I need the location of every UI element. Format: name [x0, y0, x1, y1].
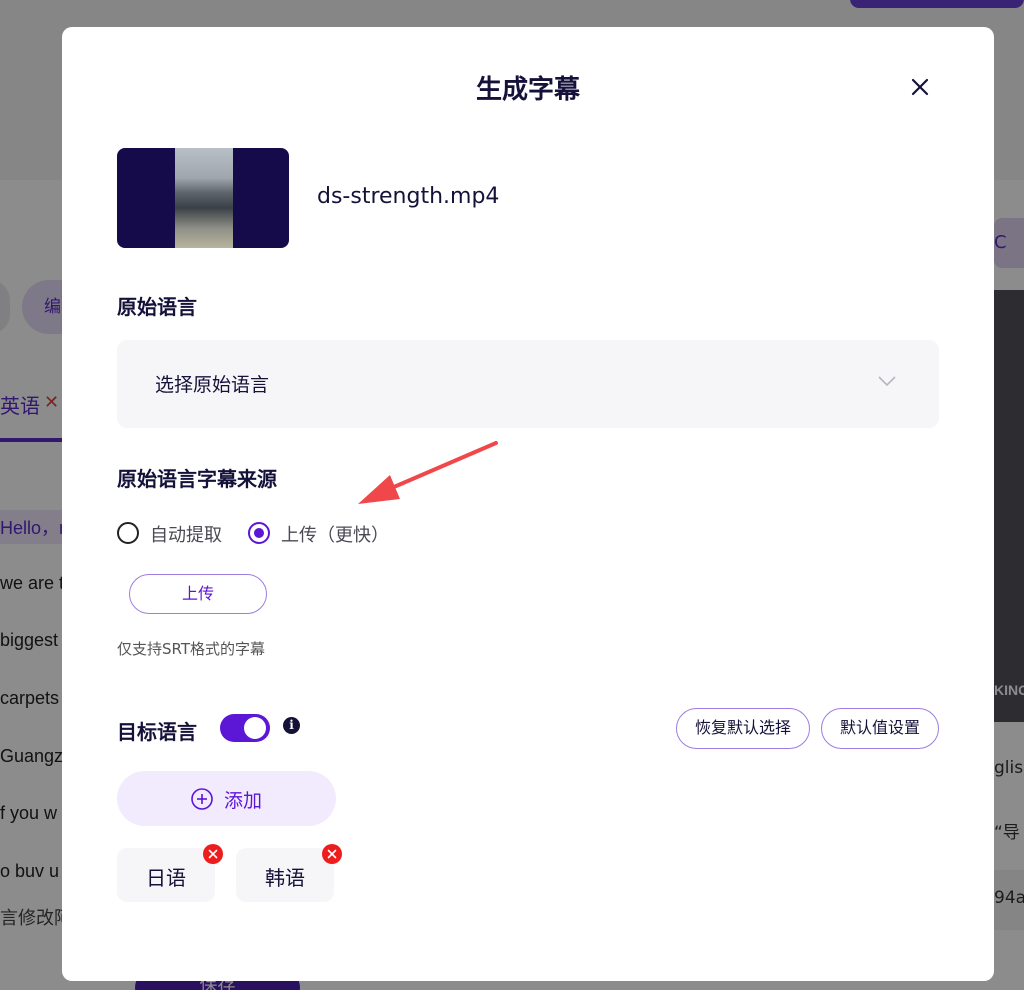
language-tag-korean: 韩语 [236, 844, 342, 902]
radio-circle[interactable] [248, 522, 270, 544]
language-tag-label: 韩语 [265, 866, 305, 890]
radio-upload-faster[interactable]: 上传（更快） [248, 521, 398, 546]
radio-label: 上传（更快） [281, 525, 389, 546]
select-placeholder: 选择原始语言 [155, 374, 270, 396]
generate-subtitles-dialog: 生成字幕 ds-strength.mp4 原始语言 选择原始语言 原始语言字幕来… [62, 27, 994, 981]
close-icon[interactable] [322, 844, 342, 864]
toggle-knob [244, 717, 266, 739]
remove-language-button[interactable] [322, 844, 342, 864]
language-tag-japanese: 日语 [117, 844, 223, 902]
file-name: ds-strength.mp4 [317, 184, 500, 209]
restore-default-button[interactable]: 恢复默认选择 [676, 708, 810, 749]
add-language-button[interactable]: 添加 [117, 771, 336, 826]
video-thumbnail [117, 148, 289, 248]
chevron-down-icon [878, 376, 896, 387]
subtitle-source-label: 原始语言字幕来源 [117, 467, 277, 491]
target-language-label: 目标语言 [117, 720, 197, 744]
upload-button[interactable]: 上传 [129, 574, 267, 614]
language-tag-label: 日语 [146, 866, 186, 890]
remove-language-button[interactable] [203, 844, 223, 864]
close-button[interactable] [908, 75, 932, 99]
add-language-label: 添加 [224, 790, 263, 812]
dialog-title: 生成字幕 [475, 75, 580, 105]
radio-label: 自动提取 [150, 525, 222, 546]
radio-circle[interactable] [117, 522, 139, 544]
close-icon[interactable] [908, 75, 932, 99]
video-frame-image [175, 148, 233, 248]
plus-circle-icon [191, 788, 213, 810]
radio-auto-extract[interactable]: 自动提取 [117, 521, 237, 546]
default-settings-button[interactable]: 默认值设置 [821, 708, 939, 749]
close-icon[interactable] [203, 844, 223, 864]
radio-selected-dot [254, 528, 264, 538]
target-language-toggle[interactable] [220, 714, 270, 742]
original-language-select[interactable]: 选择原始语言 [117, 340, 939, 428]
info-icon[interactable]: i [283, 717, 300, 734]
srt-format-hint: 仅支持SRT格式的字幕 [117, 640, 266, 658]
original-language-label: 原始语言 [117, 295, 197, 319]
